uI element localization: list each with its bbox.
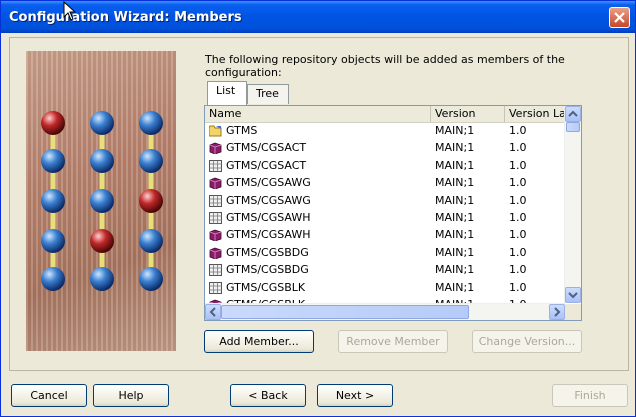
cube-icon [209,229,222,242]
cube-icon [209,247,222,260]
cell-name: GTMS/CGSAWH [226,228,311,242]
horizontal-scroll-thumb[interactable] [221,305,469,319]
cell-version: MAIN;1 [435,228,475,242]
change-version-button[interactable]: Change Version... [472,330,582,353]
cell-version-lat: 1.0 [509,228,527,242]
cell-version-lat: 1.0 [509,263,527,277]
table-row[interactable]: GTMS/CGSBLK MAIN;1 1.0 [205,280,565,297]
cell-name: GTMS/CGSBDG [226,245,309,259]
configuration-wizard-dialog: Configuration Wizard: Members The follow… [0,0,636,417]
chevron-down-icon [568,292,578,299]
table-row[interactable]: GTMS/CGSACT MAIN;1 1.0 [205,158,565,175]
vertical-scrollbar[interactable] [564,106,581,303]
cell-version-lat: 1.0 [509,211,527,224]
list-body: GTMS MAIN;1 1.0 GTMS/CGSACT MAIN;1 1.0 GTMS/CG… [205,123,565,303]
finish-button[interactable]: Finish [552,384,628,407]
scroll-down-button[interactable] [565,287,581,303]
chevron-up-icon [568,110,578,117]
table-row[interactable]: GTMS/CGSBDG MAIN;1 1.0 [205,245,565,262]
cell-version-lat: 1.0 [509,141,527,155]
list-header: Name Version Version Lat [205,106,565,123]
cell-version-lat: 1.0 [509,245,527,259]
back-button[interactable]: < Back [230,384,306,407]
table-icon [209,264,222,277]
table-icon [209,159,222,172]
table-row[interactable]: GTMS/CGSACT MAIN;1 1.0 [205,140,565,157]
cell-version-lat: 1.0 [509,176,527,190]
column-header-name[interactable]: Name [205,106,431,122]
table-row[interactable]: GTMS/CGSAWG MAIN;1 1.0 [205,193,565,210]
mouse-cursor-icon [63,1,77,21]
wizard-panel: The following repository objects will be… [9,37,629,371]
column-header-version[interactable]: Version [431,106,505,122]
cell-version: MAIN;1 [435,176,475,190]
vertical-scroll-thumb[interactable] [566,122,580,132]
tab-list[interactable]: List [207,81,247,105]
cell-version-lat: 1.0 [509,193,527,207]
table-row[interactable]: GTMS/CGSAWH MAIN;1 1.0 [205,210,565,227]
next-button[interactable]: Next > [317,384,393,407]
cancel-button[interactable]: Cancel [11,384,87,407]
scroll-right-button[interactable] [549,304,565,320]
cell-version: MAIN;1 [435,193,475,207]
table-row[interactable]: GTMS MAIN;1 1.0 [205,123,565,140]
molecule-graphic [41,111,163,291]
cell-name: GTMS/CGSBDG [226,263,309,277]
table-row[interactable]: GTMS/CGSAWH MAIN;1 1.0 [205,227,565,244]
cell-version-lat: 1.0 [509,158,527,172]
cell-version-lat: 1.0 [509,124,527,137]
table-icon [209,212,222,224]
table-row[interactable]: GTMS/CGSBDG MAIN;1 1.0 [205,262,565,279]
scrollbar-corner [565,304,581,320]
add-member-button[interactable]: Add Member... [204,330,314,353]
table-row[interactable]: GTMS/CGSAWG MAIN;1 1.0 [205,175,565,192]
cube-icon [209,177,222,190]
close-button[interactable] [609,7,630,28]
folder-icon [208,125,222,137]
cell-name: GTMS/CGSAWG [226,176,311,190]
cell-name: GTMS [226,124,258,137]
remove-member-button[interactable]: Remove Member [338,330,448,353]
tab-tree[interactable]: Tree [247,84,289,104]
scroll-up-button[interactable] [565,106,581,122]
cell-name: GTMS/CGSAWG [226,193,311,207]
cell-name: GTMS/CGSBLK [226,280,306,294]
cell-version: MAIN;1 [435,141,475,155]
table-icon [209,281,222,294]
cell-name: GTMS/CGSACT [226,141,307,155]
close-icon [614,12,625,23]
cell-version: MAIN;1 [435,158,475,172]
cell-name: GTMS/CGSAWH [226,211,311,224]
cube-icon [209,142,222,155]
table-icon [209,194,222,207]
help-button[interactable]: Help [93,384,169,407]
intro-text: The following repository objects will be… [205,53,565,79]
chevron-right-icon [554,307,561,317]
cell-name: GTMS/CGSACT [226,158,307,172]
title-bar[interactable]: Configuration Wizard: Members [1,1,635,33]
cell-version: MAIN;1 [435,280,475,294]
scroll-left-button[interactable] [205,304,221,320]
window-title: Configuration Wizard: Members [9,10,242,25]
members-list[interactable]: Name Version Version Lat GTMS MAIN;1 1.0 GT… [204,105,582,321]
wizard-illustration [26,51,176,351]
cell-version: MAIN;1 [435,211,475,224]
cell-version: MAIN;1 [435,263,475,277]
horizontal-scrollbar[interactable] [205,303,565,320]
cell-version-lat: 1.0 [509,280,527,294]
chevron-left-icon [209,307,216,317]
column-header-version-lat[interactable]: Version Lat [505,106,565,122]
cell-version: MAIN;1 [435,245,475,259]
cell-version: MAIN;1 [435,124,475,137]
